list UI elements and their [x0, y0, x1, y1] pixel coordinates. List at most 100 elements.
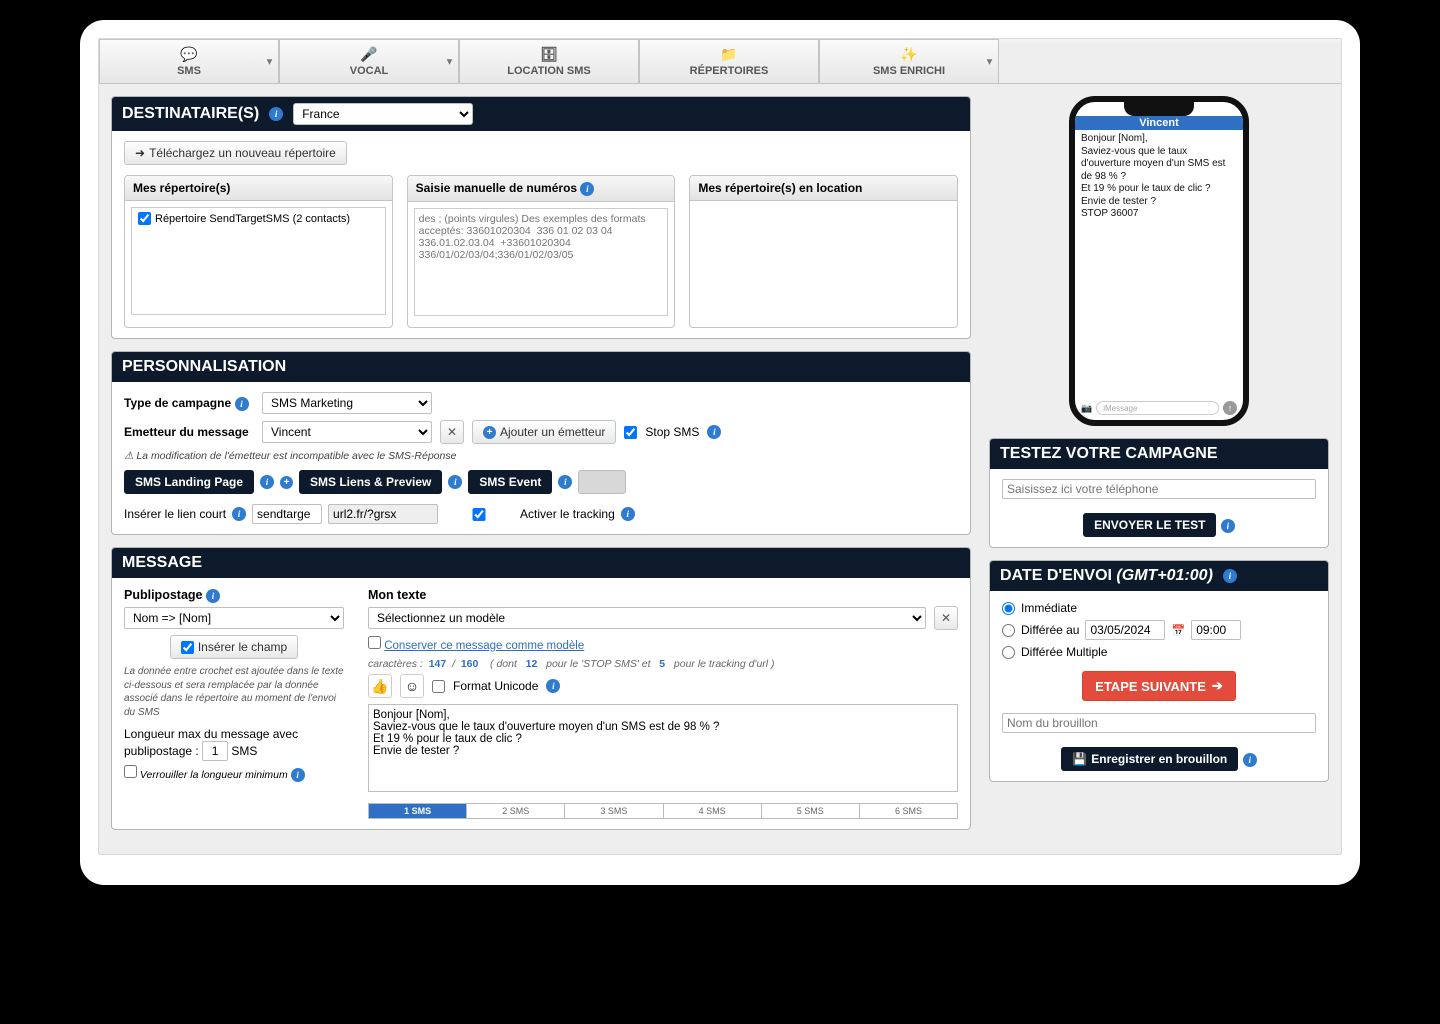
phone-input-fake: iMessage	[1096, 401, 1219, 415]
draft-name-input[interactable]	[1002, 713, 1316, 733]
phone-notch	[1124, 102, 1194, 116]
deferred-multiple-radio[interactable]	[1002, 646, 1015, 659]
lock-min-checkbox[interactable]	[124, 765, 137, 778]
sms-liens-button[interactable]: SMS Liens & Preview	[299, 470, 442, 494]
microphone-icon: 🎤	[284, 46, 454, 63]
panel-title: DATE D'ENVOI (GMT+01:00)	[1000, 567, 1213, 585]
info-icon[interactable]: i	[580, 182, 594, 196]
database-icon: 🗄	[464, 46, 634, 63]
tab-location[interactable]: 🗄LOCATION SMS	[459, 39, 639, 83]
meter-seg: 5 SMS	[762, 804, 860, 818]
info-icon[interactable]: i	[260, 475, 274, 489]
info-icon[interactable]: i	[546, 679, 560, 693]
deferred-multiple-label: Différée Multiple	[1021, 645, 1107, 659]
subpanel-title: Mes répertoire(s) en location	[690, 176, 957, 201]
repertoire-list[interactable]: Répertoire SendTargetSMS (2 contacts)	[131, 207, 386, 315]
test-phone-input[interactable]	[1002, 479, 1316, 499]
panel-personnalisation: PERSONNALISATION Type de campagne i SMS …	[111, 351, 971, 535]
delete-model-button[interactable]: ✕	[934, 606, 958, 630]
shortlink-name-input[interactable]	[252, 504, 322, 524]
phone-preview: Vincent Bonjour [Nom], Saviez-vous que l…	[1069, 96, 1249, 426]
panel-test: TESTEZ VOTRE CAMPAGNE ENVOYER LE TEST i	[989, 438, 1329, 548]
warning-icon: ⚠	[124, 450, 133, 462]
panel-message: MESSAGE Publipostage i Nom => [Nom] Insé…	[111, 547, 971, 830]
insert-field-checkbox[interactable]	[181, 641, 194, 654]
shortlink-url-input[interactable]	[328, 504, 438, 524]
folder-icon: 📁	[644, 46, 814, 63]
subpanel-title: Saisie manuelle de numéros	[416, 181, 577, 195]
plus-icon: +	[483, 426, 496, 439]
info-icon[interactable]: i	[558, 475, 572, 489]
info-icon[interactable]: i	[1243, 753, 1257, 767]
type-campagne-select[interactable]: SMS Marketing	[262, 392, 432, 414]
info-icon[interactable]: i	[206, 589, 220, 603]
add-emitter-button[interactable]: +Ajouter un émetteur	[472, 420, 616, 444]
upload-repertoire-button[interactable]: ➜Téléchargez un nouveau répertoire	[124, 141, 347, 165]
tracking-label: Activer le tracking	[520, 507, 615, 521]
info-icon[interactable]: i	[621, 507, 635, 521]
caret-down-icon[interactable]: ▾	[267, 56, 272, 67]
sms-meter: 1 SMS 2 SMS 3 SMS 4 SMS 5 SMS 6 SMS	[368, 803, 958, 819]
save-model-link[interactable]: Conserver ce message comme modèle	[384, 640, 584, 652]
plus-icon[interactable]: +	[280, 476, 293, 489]
info-icon[interactable]: i	[448, 475, 462, 489]
info-icon[interactable]: i	[1221, 519, 1235, 533]
emoji-button[interactable]: 👍	[368, 674, 392, 698]
tracking-checkbox[interactable]	[444, 508, 514, 521]
panel-schedule: DATE D'ENVOI (GMT+01:00) i Immédiate Dif…	[989, 560, 1329, 782]
emetteur-select[interactable]: Vincent	[262, 421, 432, 443]
emetteur-label: Emetteur du message	[124, 425, 254, 439]
immediate-radio[interactable]	[1002, 602, 1015, 615]
next-step-button[interactable]: ETAPE SUIVANTE ➔	[1082, 671, 1236, 701]
date-input[interactable]	[1085, 620, 1165, 640]
message-textarea[interactable]	[368, 704, 958, 792]
remove-emitter-button[interactable]: ✕	[440, 420, 464, 444]
meter-seg: 3 SMS	[565, 804, 663, 818]
smiley-button[interactable]: ☺	[400, 674, 424, 698]
phone-sender: Vincent	[1075, 116, 1243, 130]
publipostage-label: Publipostage	[124, 588, 202, 602]
unicode-checkbox[interactable]	[432, 680, 445, 693]
meter-seg: 2 SMS	[467, 804, 565, 818]
time-input[interactable]	[1191, 620, 1241, 640]
info-icon[interactable]: i	[707, 425, 721, 439]
sms-event-button[interactable]: SMS Event	[468, 470, 552, 494]
tab-vocal[interactable]: 🎤VOCAL▾	[279, 39, 459, 83]
deferred-radio[interactable]	[1002, 624, 1015, 637]
calendar-icon[interactable]	[1171, 623, 1185, 637]
insert-field-button[interactable]: Insérer le champ	[170, 635, 298, 659]
phone-message: Bonjour [Nom], Saviez-vous que le taux d…	[1075, 130, 1243, 224]
info-icon[interactable]: i	[232, 507, 246, 521]
manual-numbers-input[interactable]	[414, 208, 669, 316]
immediate-label: Immédiate	[1021, 601, 1077, 615]
caret-down-icon[interactable]: ▾	[447, 56, 452, 67]
subpanel-title: Mes répertoire(s)	[125, 176, 392, 201]
save-model-checkbox[interactable]	[368, 636, 381, 649]
info-icon[interactable]: i	[235, 397, 249, 411]
stop-sms-checkbox[interactable]	[624, 426, 637, 439]
char-count: caractères : 147 / 160 ( dont 12 pour le…	[368, 658, 958, 670]
send-test-button[interactable]: ENVOYER LE TEST	[1083, 513, 1216, 537]
deferred-label: Différée au	[1021, 623, 1079, 637]
panel-title: DESTINATAIRE(S)	[122, 105, 259, 123]
chevron-right-icon: ➔	[1212, 678, 1223, 694]
model-select[interactable]: Sélectionnez un modèle	[368, 607, 926, 629]
list-item[interactable]: Répertoire SendTargetSMS (2 contacts)	[134, 210, 383, 227]
info-icon[interactable]: i	[269, 107, 283, 121]
mon-texte-label: Mon texte	[368, 588, 958, 602]
camera-icon: 📷	[1081, 403, 1092, 414]
info-icon[interactable]: i	[1223, 569, 1237, 583]
save-icon: 💾	[1072, 752, 1087, 766]
publipostage-select[interactable]: Nom => [Nom]	[124, 607, 344, 629]
save-draft-button[interactable]: 💾 Enregistrer en brouillon	[1061, 747, 1238, 771]
repertoire-checkbox[interactable]	[138, 212, 151, 225]
country-select[interactable]: France	[293, 103, 473, 125]
tab-enrichi[interactable]: ✨SMS ENRICHI▾	[819, 39, 999, 83]
chat-icon: 💬	[104, 46, 274, 63]
tab-sms[interactable]: 💬SMS▾	[99, 39, 279, 83]
caret-down-icon[interactable]: ▾	[987, 56, 992, 67]
maxlen-input[interactable]	[202, 741, 228, 761]
tab-repertoires[interactable]: 📁RÉPERTOIRES	[639, 39, 819, 83]
sms-landing-button[interactable]: SMS Landing Page	[124, 470, 254, 494]
info-icon[interactable]: i	[291, 768, 305, 782]
